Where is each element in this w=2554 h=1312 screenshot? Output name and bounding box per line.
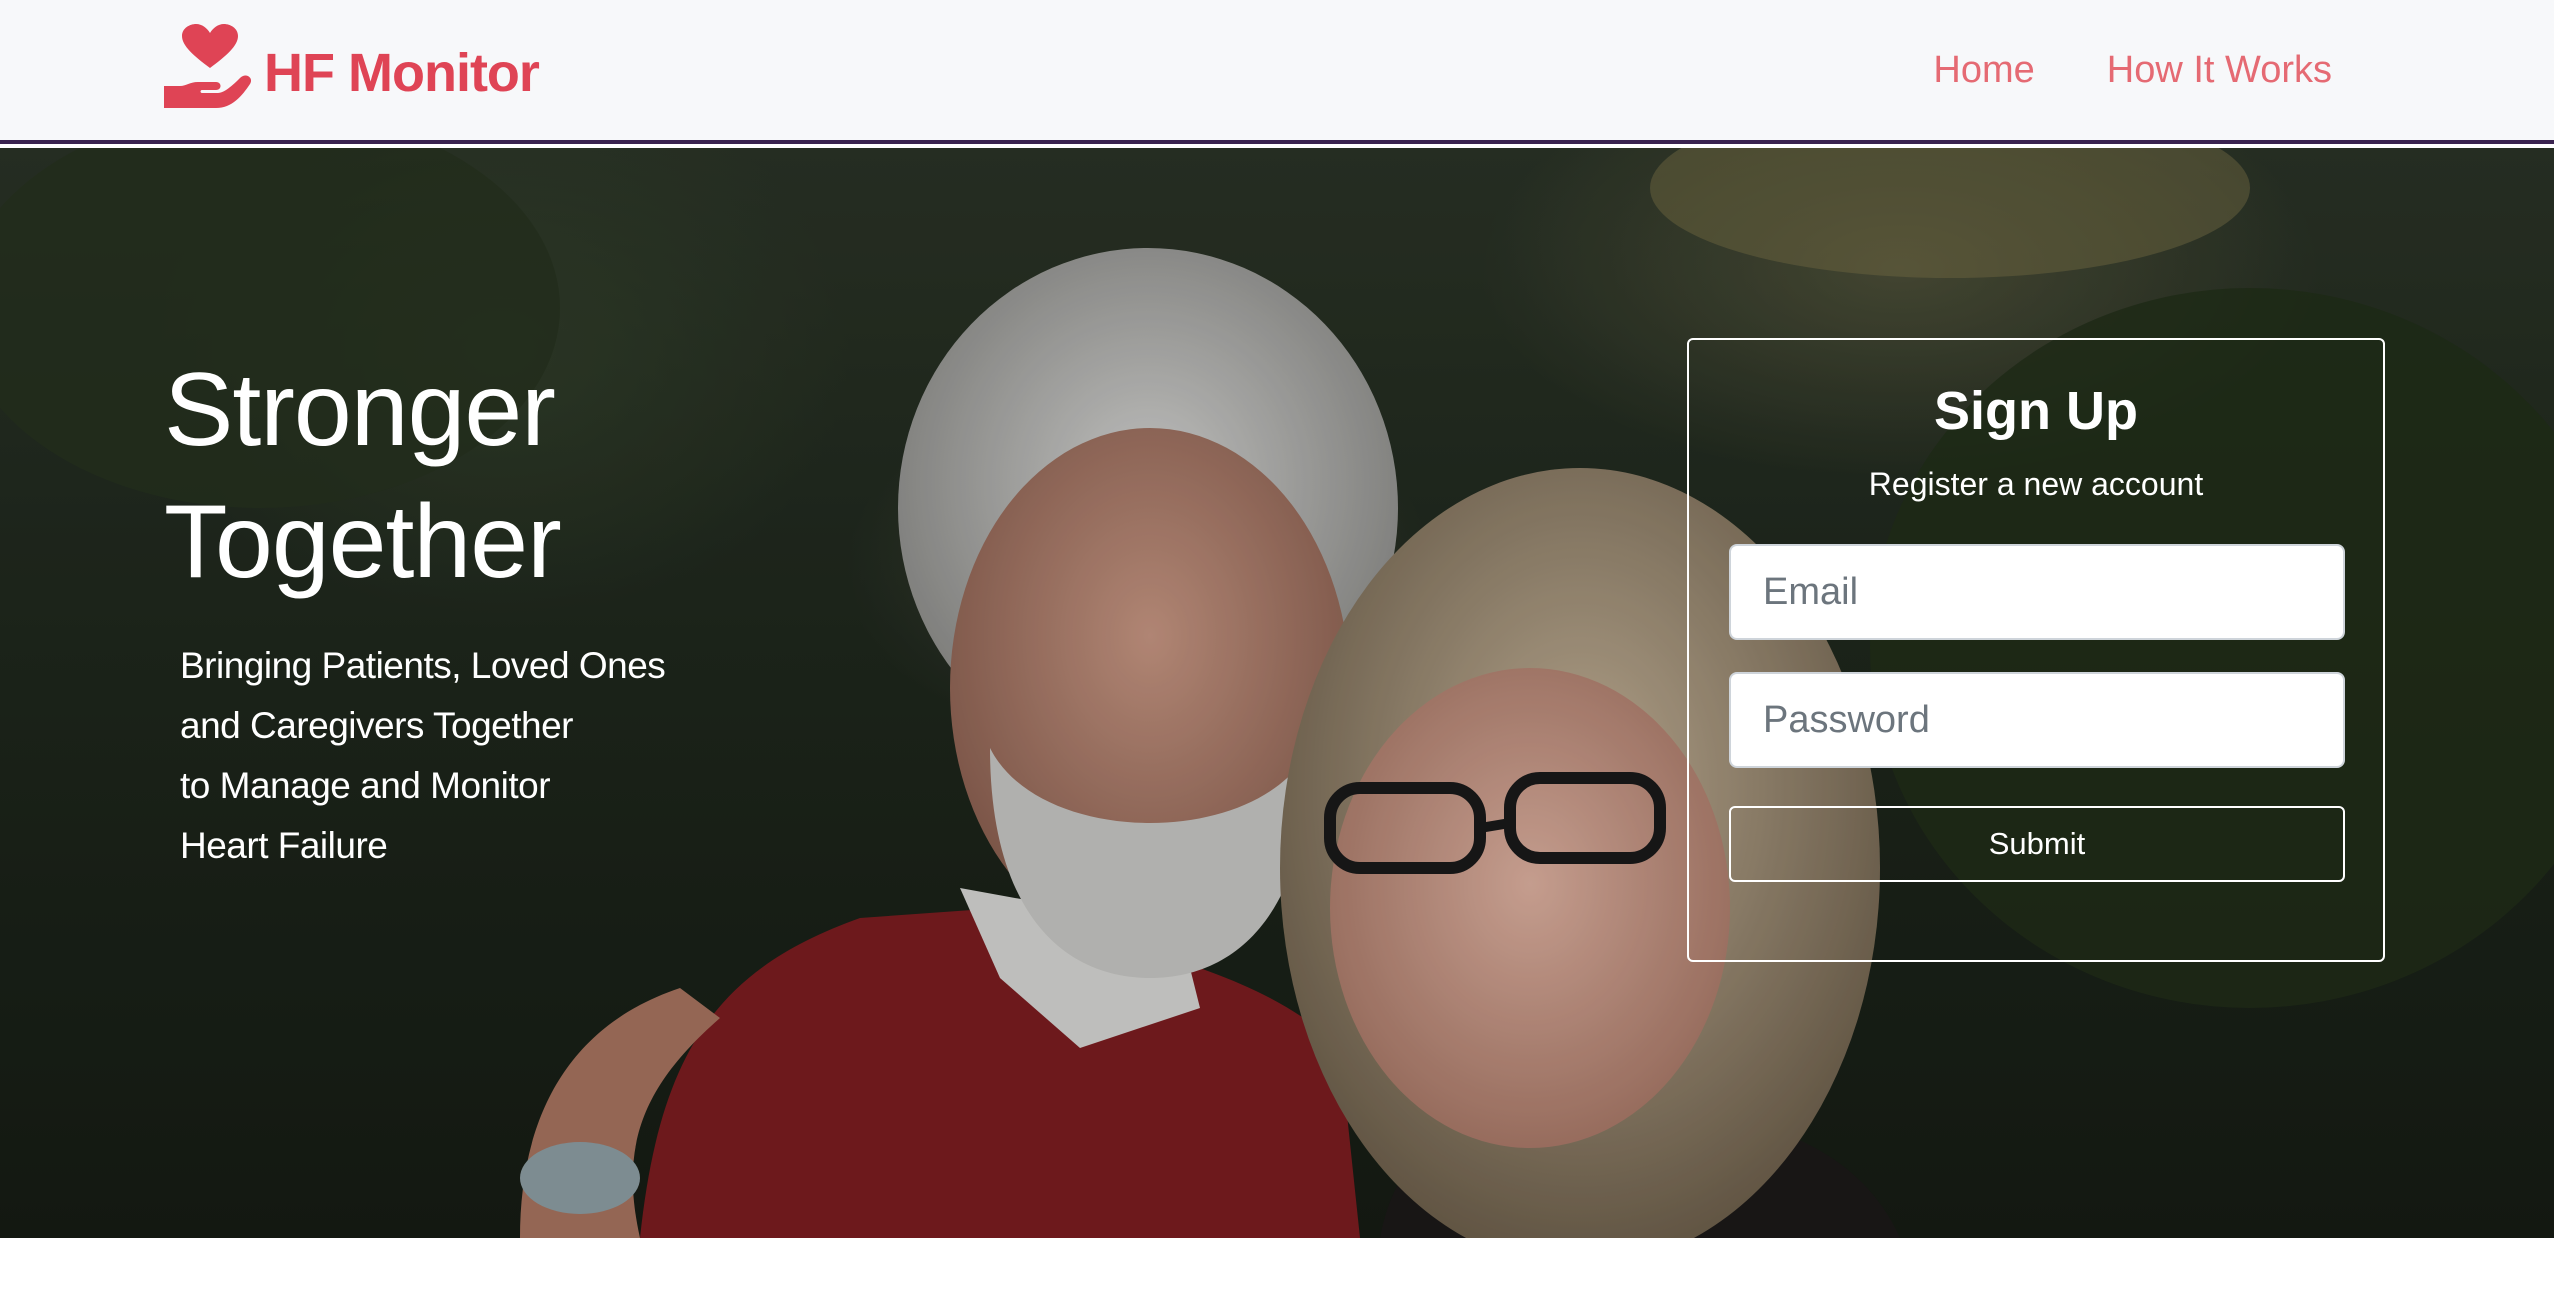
hero-title: Stronger Together xyxy=(164,344,764,608)
brand-logo-link[interactable]: HF Monitor xyxy=(164,22,540,112)
hero-title-line-2: Together xyxy=(164,484,562,600)
password-input[interactable] xyxy=(1729,672,2345,768)
tagline-line: Bringing Patients, Loved Ones xyxy=(180,645,666,686)
signup-subtitle: Register a new account xyxy=(1868,466,2204,502)
brand-name: HF Monitor xyxy=(264,43,540,103)
nav-link-home[interactable]: Home xyxy=(1933,40,2034,100)
navbar: HF Monitor Home How It Works xyxy=(0,0,2554,144)
signup-title: Sign Up xyxy=(1934,381,2138,441)
tagline-line: and Caregivers Together xyxy=(180,705,574,746)
page-content-below xyxy=(0,1238,2554,1312)
submit-button[interactable]: Submit xyxy=(1729,806,2345,882)
nav-links: Home How It Works xyxy=(1933,40,2332,100)
signup-card: Sign Up Register a new account Submit xyxy=(1687,338,2385,962)
tagline-line: Heart Failure xyxy=(180,825,388,866)
tagline-line: to Manage and Monitor xyxy=(180,765,551,806)
hero-section: Stronger Together Bringing Patients, Lov… xyxy=(0,148,2554,1238)
hero-tagline: Bringing Patients, Loved Ones and Caregi… xyxy=(180,636,740,876)
heart-in-hand-icon xyxy=(164,24,252,108)
email-input[interactable] xyxy=(1729,544,2345,640)
nav-link-how-it-works[interactable]: How It Works xyxy=(2107,40,2332,100)
hero-title-line-1: Stronger xyxy=(164,352,556,468)
